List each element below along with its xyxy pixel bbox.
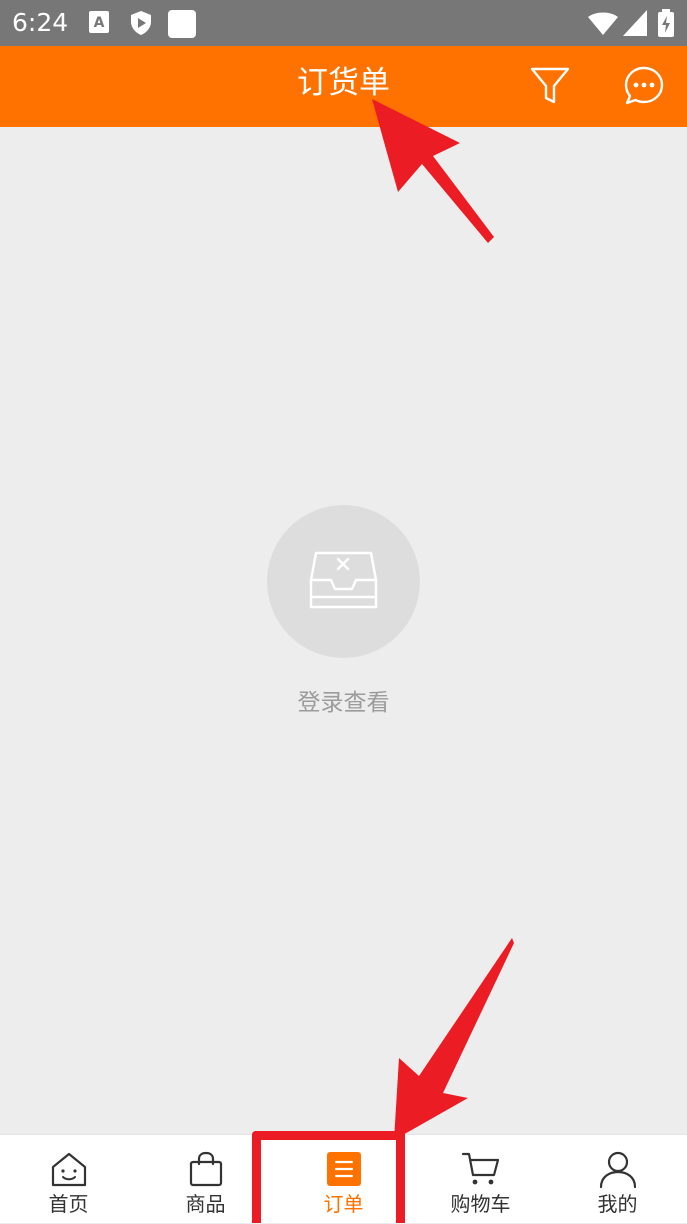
tab-label: 商品 bbox=[185, 1192, 226, 1216]
login-to-view-link[interactable]: 登录查看 bbox=[0, 686, 687, 720]
empty-state-illustration bbox=[267, 505, 420, 658]
tab-label: 订单 bbox=[323, 1192, 364, 1216]
tab-label: 购物车 bbox=[450, 1192, 511, 1216]
page-title: 订货单 bbox=[297, 65, 390, 101]
message-icon bbox=[624, 66, 664, 105]
battery-charging-icon bbox=[658, 9, 674, 37]
home-icon bbox=[51, 1152, 86, 1187]
empty-inbox-icon bbox=[309, 551, 378, 609]
a-notification-icon: A bbox=[89, 11, 109, 33]
filter-icon bbox=[530, 67, 570, 104]
tab-orders[interactable]: 订单 bbox=[275, 1135, 412, 1224]
bottom-tab-bar: 首页 商品 订单 购物车 我的 bbox=[0, 1134, 687, 1223]
tab-label: 首页 bbox=[48, 1192, 89, 1216]
svg-text:A: A bbox=[94, 15, 105, 31]
tab-home[interactable]: 首页 bbox=[0, 1135, 137, 1224]
wifi-icon bbox=[588, 12, 618, 35]
profile-icon bbox=[599, 1151, 636, 1189]
signal-icon bbox=[623, 10, 647, 36]
cart-icon bbox=[461, 1152, 499, 1185]
blank-notification-icon bbox=[168, 10, 196, 38]
order-list-icon bbox=[326, 1152, 361, 1186]
tab-label: 我的 bbox=[597, 1192, 638, 1216]
status-time: 6:24 bbox=[12, 8, 69, 37]
status-bar: 6:24 A bbox=[0, 0, 687, 46]
message-button[interactable] bbox=[622, 64, 666, 108]
bottom-arrow bbox=[394, 938, 514, 1140]
app-header: 订货单 bbox=[0, 46, 687, 127]
shopping-bag-icon bbox=[189, 1151, 222, 1187]
tab-products[interactable]: 商品 bbox=[137, 1135, 274, 1224]
tab-profile[interactable]: 我的 bbox=[549, 1135, 686, 1224]
play-protect-icon bbox=[131, 11, 151, 35]
tab-cart[interactable]: 购物车 bbox=[412, 1135, 549, 1224]
filter-button[interactable] bbox=[528, 64, 572, 108]
